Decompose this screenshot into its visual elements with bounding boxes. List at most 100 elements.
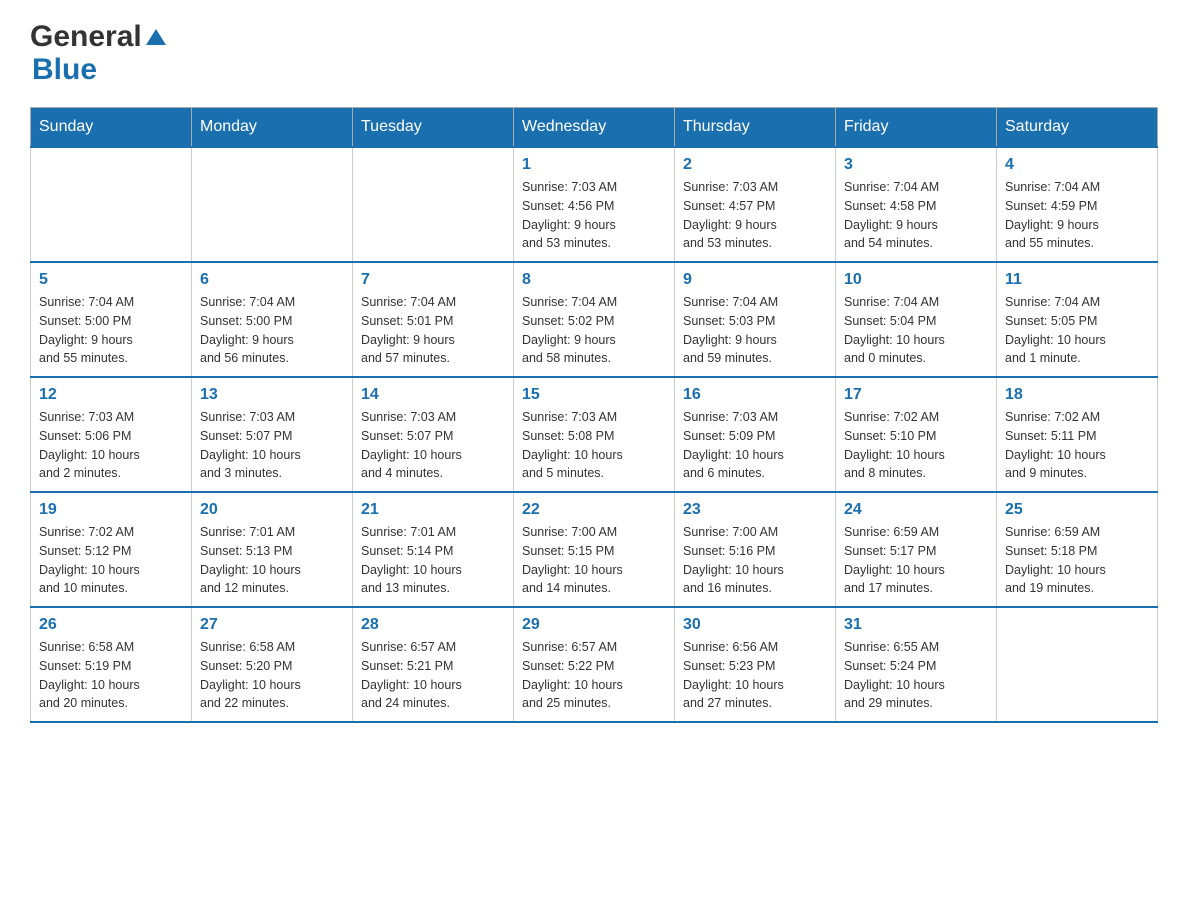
day-info: Sunrise: 6:58 AM Sunset: 5:19 PM Dayligh…: [39, 638, 183, 713]
calendar-week-row: 1 Sunrise: 7:03 AM Sunset: 4:56 PM Daylig…: [31, 147, 1158, 262]
day-info: Sunrise: 7:03 AM Sunset: 5:09 PM Dayligh…: [683, 408, 827, 483]
day-info: Sunrise: 7:01 AM Sunset: 5:14 PM Dayligh…: [361, 523, 505, 598]
calendar-cell: 16 Sunrise: 7:03 AM Sunset: 5:09 PM Dayli…: [675, 377, 836, 492]
day-number: 12: [39, 386, 183, 404]
day-number: 28: [361, 616, 505, 634]
calendar-cell: 12 Sunrise: 7:03 AM Sunset: 5:06 PM Dayli…: [31, 377, 192, 492]
day-number: 13: [200, 386, 344, 404]
day-number: 29: [522, 616, 666, 634]
day-info: Sunrise: 6:58 AM Sunset: 5:20 PM Dayligh…: [200, 638, 344, 713]
day-info: Sunrise: 7:03 AM Sunset: 5:06 PM Dayligh…: [39, 408, 183, 483]
calendar-cell: 27 Sunrise: 6:58 AM Sunset: 5:20 PM Dayli…: [192, 607, 353, 722]
day-info: Sunrise: 7:03 AM Sunset: 5:07 PM Dayligh…: [361, 408, 505, 483]
day-number: 27: [200, 616, 344, 634]
day-info: Sunrise: 7:04 AM Sunset: 5:02 PM Dayligh…: [522, 293, 666, 368]
day-number: 8: [522, 271, 666, 289]
logo-general-text: General: [30, 20, 142, 53]
calendar-cell: 13 Sunrise: 7:03 AM Sunset: 5:07 PM Dayli…: [192, 377, 353, 492]
calendar-cell: 22 Sunrise: 7:00 AM Sunset: 5:15 PM Dayli…: [514, 492, 675, 607]
calendar-cell: 3 Sunrise: 7:04 AM Sunset: 4:58 PM Daylig…: [836, 147, 997, 262]
calendar-header-saturday: Saturday: [997, 108, 1158, 148]
day-number: 22: [522, 501, 666, 519]
day-number: 23: [683, 501, 827, 519]
day-number: 4: [1005, 156, 1149, 174]
calendar-cell: 18Sunrise: 7:02 AM Sunset: 5:11 PM Dayli…: [997, 377, 1158, 492]
day-info: Sunrise: 6:59 AM Sunset: 5:17 PM Dayligh…: [844, 523, 988, 598]
day-info: Sunrise: 7:00 AM Sunset: 5:16 PM Dayligh…: [683, 523, 827, 598]
calendar-cell: 19Sunrise: 7:02 AM Sunset: 5:12 PM Dayli…: [31, 492, 192, 607]
day-number: 11: [1005, 271, 1149, 289]
day-info: Sunrise: 7:01 AM Sunset: 5:13 PM Dayligh…: [200, 523, 344, 598]
page-header: General Blue: [30, 20, 1158, 87]
calendar-cell: 26 Sunrise: 6:58 AM Sunset: 5:19 PM Dayli…: [31, 607, 192, 722]
calendar-header-friday: Friday: [836, 108, 997, 148]
calendar-cell: [997, 607, 1158, 722]
day-number: 1: [522, 156, 666, 174]
day-number: 30: [683, 616, 827, 634]
day-info: Sunrise: 7:02 AM Sunset: 5:11 PM Dayligh…: [1005, 408, 1149, 483]
logo: General Blue: [30, 20, 166, 87]
calendar-header-thursday: Thursday: [675, 108, 836, 148]
day-info: Sunrise: 7:04 AM Sunset: 5:00 PM Dayligh…: [200, 293, 344, 368]
calendar-cell: 14 Sunrise: 7:03 AM Sunset: 5:07 PM Dayli…: [353, 377, 514, 492]
calendar-cell: 17Sunrise: 7:02 AM Sunset: 5:10 PM Dayli…: [836, 377, 997, 492]
day-info: Sunrise: 6:55 AM Sunset: 5:24 PM Dayligh…: [844, 638, 988, 713]
day-number: 16: [683, 386, 827, 404]
calendar-cell: 11Sunrise: 7:04 AM Sunset: 5:05 PM Dayli…: [997, 262, 1158, 377]
day-info: Sunrise: 7:04 AM Sunset: 4:58 PM Dayligh…: [844, 178, 988, 253]
calendar-week-row: 5 Sunrise: 7:04 AM Sunset: 5:00 PM Daylig…: [31, 262, 1158, 377]
calendar-table: SundayMondayTuesdayWednesdayThursdayFrid…: [30, 107, 1158, 723]
day-info: Sunrise: 7:03 AM Sunset: 4:56 PM Dayligh…: [522, 178, 666, 253]
day-number: 26: [39, 616, 183, 634]
calendar-cell: [31, 147, 192, 262]
day-info: Sunrise: 7:03 AM Sunset: 4:57 PM Dayligh…: [683, 178, 827, 253]
calendar-week-row: 12 Sunrise: 7:03 AM Sunset: 5:06 PM Dayli…: [31, 377, 1158, 492]
calendar-week-row: 26 Sunrise: 6:58 AM Sunset: 5:19 PM Dayli…: [31, 607, 1158, 722]
calendar-cell: 6 Sunrise: 7:04 AM Sunset: 5:00 PM Daylig…: [192, 262, 353, 377]
calendar-cell: 20 Sunrise: 7:01 AM Sunset: 5:13 PM Dayli…: [192, 492, 353, 607]
day-number: 21: [361, 501, 505, 519]
day-number: 10: [844, 271, 988, 289]
calendar-cell: 2Sunrise: 7:03 AM Sunset: 4:57 PM Daylig…: [675, 147, 836, 262]
calendar-cell: 1 Sunrise: 7:03 AM Sunset: 4:56 PM Daylig…: [514, 147, 675, 262]
day-number: 14: [361, 386, 505, 404]
day-info: Sunrise: 7:04 AM Sunset: 5:01 PM Dayligh…: [361, 293, 505, 368]
calendar-cell: 30 Sunrise: 6:56 AM Sunset: 5:23 PM Dayli…: [675, 607, 836, 722]
day-number: 20: [200, 501, 344, 519]
calendar-cell: 10 Sunrise: 7:04 AM Sunset: 5:04 PM Dayli…: [836, 262, 997, 377]
calendar-cell: 31 Sunrise: 6:55 AM Sunset: 5:24 PM Dayli…: [836, 607, 997, 722]
calendar-header-sunday: Sunday: [31, 108, 192, 148]
day-number: 6: [200, 271, 344, 289]
day-info: Sunrise: 6:57 AM Sunset: 5:22 PM Dayligh…: [522, 638, 666, 713]
day-info: Sunrise: 7:04 AM Sunset: 5:00 PM Dayligh…: [39, 293, 183, 368]
day-number: 25: [1005, 501, 1149, 519]
calendar-cell: 7Sunrise: 7:04 AM Sunset: 5:01 PM Daylig…: [353, 262, 514, 377]
logo-triangle-icon: [146, 29, 166, 45]
day-info: Sunrise: 7:00 AM Sunset: 5:15 PM Dayligh…: [522, 523, 666, 598]
day-number: 31: [844, 616, 988, 634]
day-info: Sunrise: 7:03 AM Sunset: 5:07 PM Dayligh…: [200, 408, 344, 483]
day-number: 5: [39, 271, 183, 289]
calendar-cell: 29 Sunrise: 6:57 AM Sunset: 5:22 PM Dayli…: [514, 607, 675, 722]
calendar-cell: 8 Sunrise: 7:04 AM Sunset: 5:02 PM Daylig…: [514, 262, 675, 377]
calendar-cell: 23 Sunrise: 7:00 AM Sunset: 5:16 PM Dayli…: [675, 492, 836, 607]
calendar-cell: 21 Sunrise: 7:01 AM Sunset: 5:14 PM Dayli…: [353, 492, 514, 607]
calendar-header-wednesday: Wednesday: [514, 108, 675, 148]
day-info: Sunrise: 7:04 AM Sunset: 5:03 PM Dayligh…: [683, 293, 827, 368]
calendar-cell: [192, 147, 353, 262]
day-info: Sunrise: 7:04 AM Sunset: 5:04 PM Dayligh…: [844, 293, 988, 368]
calendar-cell: 4Sunrise: 7:04 AM Sunset: 4:59 PM Daylig…: [997, 147, 1158, 262]
calendar-cell: 24Sunrise: 6:59 AM Sunset: 5:17 PM Dayli…: [836, 492, 997, 607]
calendar-cell: 28Sunrise: 6:57 AM Sunset: 5:21 PM Dayli…: [353, 607, 514, 722]
day-info: Sunrise: 6:59 AM Sunset: 5:18 PM Dayligh…: [1005, 523, 1149, 598]
calendar-week-row: 19Sunrise: 7:02 AM Sunset: 5:12 PM Dayli…: [31, 492, 1158, 607]
day-info: Sunrise: 6:56 AM Sunset: 5:23 PM Dayligh…: [683, 638, 827, 713]
day-number: 3: [844, 156, 988, 174]
day-number: 9: [683, 271, 827, 289]
logo-blue-text: Blue: [32, 53, 97, 87]
day-number: 15: [522, 386, 666, 404]
day-number: 17: [844, 386, 988, 404]
calendar-cell: 15 Sunrise: 7:03 AM Sunset: 5:08 PM Dayli…: [514, 377, 675, 492]
day-info: Sunrise: 7:03 AM Sunset: 5:08 PM Dayligh…: [522, 408, 666, 483]
calendar-cell: 5 Sunrise: 7:04 AM Sunset: 5:00 PM Daylig…: [31, 262, 192, 377]
